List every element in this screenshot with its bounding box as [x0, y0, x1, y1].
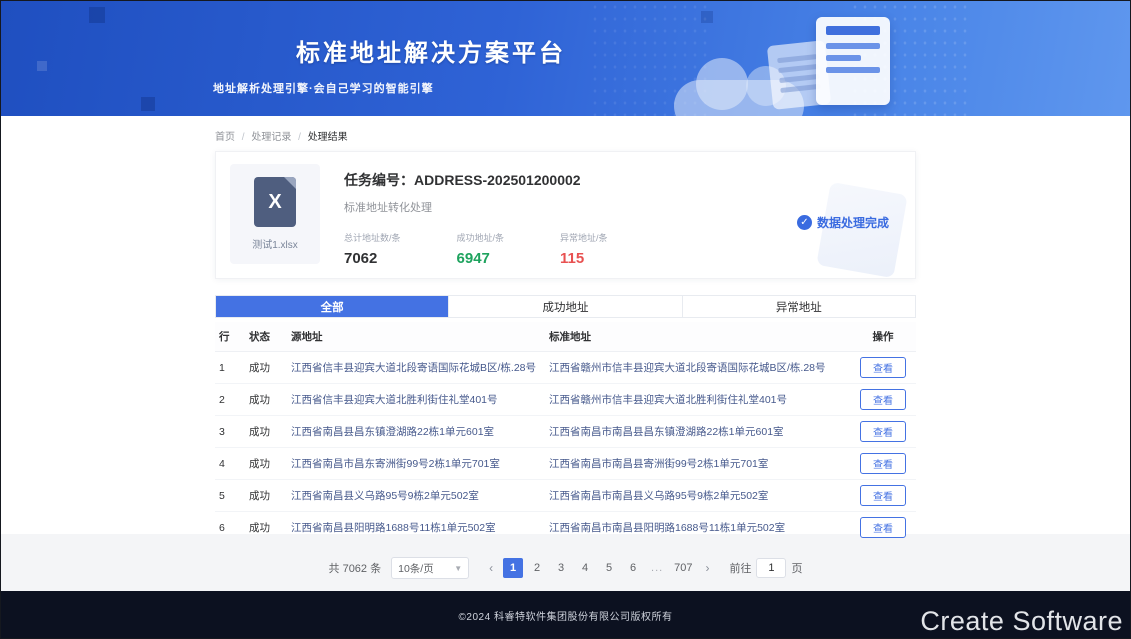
tab-all[interactable]: 全部	[216, 296, 449, 317]
stat-error-value: 115	[560, 250, 608, 267]
cell-standard-address: 江西省南昌市南昌县寄洲街99号2栋1单元701室	[545, 448, 850, 480]
goto-page: 前往 页	[729, 558, 802, 578]
table-row: 2 成功 江西省信丰县迎宾大道北胜利街住礼堂401号 江西省赣州市信丰县迎宾大道…	[215, 384, 916, 416]
cell-row-number: 5	[215, 480, 245, 512]
view-button[interactable]: 查看	[860, 389, 906, 410]
tab-success[interactable]: 成功地址	[449, 296, 682, 317]
breadcrumb-separator: /	[298, 132, 301, 143]
stat-success: 成功地址/条 6947	[457, 231, 505, 267]
page-button-6[interactable]: 6	[623, 558, 643, 578]
app-footer: ©2024 科睿特软件集团股份有限公司版权所有 Create Software	[1, 591, 1130, 639]
breadcrumb: 首页 / 处理记录 / 处理结果	[215, 116, 916, 143]
cell-row-number: 2	[215, 384, 245, 416]
page-button-2[interactable]: 2	[527, 558, 547, 578]
cell-source-address: 江西省南昌县义乌路95号9栋2单元502室	[287, 480, 545, 512]
main-content: 首页 / 处理记录 / 处理结果 X 测试1.xlsx 任务编号：ADDRESS…	[1, 116, 1130, 534]
view-button[interactable]: 查看	[860, 453, 906, 474]
file-icon-letter: X	[268, 191, 281, 214]
check-circle-icon: ✓	[797, 215, 812, 230]
stat-total: 总计地址数/条 7062	[344, 231, 401, 267]
task-id: 任务编号：ADDRESS-202501200002	[344, 170, 901, 190]
table-row: 4 成功 江西省南昌市昌东寄洲街99号2栋1单元701室 江西省南昌市南昌县寄洲…	[215, 448, 916, 480]
status-text: 数据处理完成	[817, 214, 889, 231]
breadcrumb-home[interactable]: 首页	[215, 132, 235, 143]
col-header-source: 源地址	[287, 322, 545, 352]
prev-page-button[interactable]: ‹	[481, 558, 501, 578]
header-deco-square	[141, 97, 155, 111]
breadcrumb-separator: /	[242, 132, 245, 143]
task-id-label: 任务编号：	[344, 172, 414, 188]
table-header-row: 行 状态 源地址 标准地址 操作	[215, 322, 916, 352]
page-size-value: 10条/页	[398, 561, 434, 576]
page-button-1[interactable]: 1	[503, 558, 523, 578]
table-row: 1 成功 江西省信丰县迎宾大道北段寄语国际花城B区/栋.28号 江西省赣州市信丰…	[215, 352, 916, 384]
chevron-down-icon: ▼	[454, 564, 462, 573]
page-title: 标准地址解决方案平台	[296, 33, 566, 68]
page: 标准地址解决方案平台 地址解析处理引擎·会自己学习的智能引擎 首页 / 处理记录…	[0, 0, 1131, 639]
cell-source-address: 江西省信丰县迎宾大道北胜利街住礼堂401号	[287, 384, 545, 416]
breadcrumb-records[interactable]: 处理记录	[251, 132, 291, 143]
tab-error[interactable]: 异常地址	[683, 296, 915, 317]
header-deco-square	[37, 61, 47, 71]
stat-success-label: 成功地址/条	[457, 231, 505, 244]
next-page-button[interactable]: ›	[697, 558, 717, 578]
status-badge: ✓ 数据处理完成	[797, 214, 889, 231]
col-header-standard: 标准地址	[545, 322, 850, 352]
task-card: X 测试1.xlsx 任务编号：ADDRESS-202501200002 标准地…	[215, 151, 916, 279]
cell-row-number: 1	[215, 352, 245, 384]
view-button[interactable]: 查看	[860, 357, 906, 378]
stat-error-label: 异常地址/条	[560, 231, 608, 244]
more-pages-icon[interactable]: ...	[647, 558, 667, 578]
page-subtitle: 地址解析处理引擎·会自己学习的智能引擎	[213, 80, 566, 96]
breadcrumb-current: 处理结果	[308, 132, 348, 143]
cell-standard-address: 江西省赣州市信丰县迎宾大道北段寄语国际花城B区/栋.28号	[545, 352, 850, 384]
cell-standard-address: 江西省赣州市信丰县迎宾大道北胜利街住礼堂401号	[545, 384, 850, 416]
page-button-5[interactable]: 5	[599, 558, 619, 578]
goto-page-input[interactable]	[756, 558, 786, 578]
xlsx-file-icon: X	[254, 177, 296, 227]
page-button-4[interactable]: 4	[575, 558, 595, 578]
view-button[interactable]: 查看	[860, 421, 906, 442]
task-id-value: ADDRESS-202501200002	[414, 172, 581, 188]
cell-status: 成功	[245, 416, 287, 448]
cell-source-address: 江西省南昌市昌东寄洲街99号2栋1单元701室	[287, 448, 545, 480]
document-illustration-front	[816, 17, 890, 105]
cell-standard-address: 江西省南昌市南昌县义乌路95号9栋2单元502室	[545, 480, 850, 512]
page-button-last[interactable]: 707	[671, 558, 695, 578]
view-button[interactable]: 查看	[860, 485, 906, 506]
pagination-total: 共 7062 条	[329, 560, 382, 576]
col-header-actions: 操作	[850, 322, 916, 352]
cell-source-address: 江西省南昌县昌东镇澄湖路22栋1单元601室	[287, 416, 545, 448]
page-button-3[interactable]: 3	[551, 558, 571, 578]
view-button[interactable]: 查看	[860, 517, 906, 538]
stat-total-label: 总计地址数/条	[344, 231, 401, 244]
cell-standard-address: 江西省南昌市南昌县昌东镇澄湖路22栋1单元601室	[545, 416, 850, 448]
col-header-row: 行	[215, 322, 245, 352]
header-deco-square	[89, 7, 105, 23]
page-size-select[interactable]: 10条/页 ▼	[391, 557, 469, 579]
cell-status: 成功	[245, 384, 287, 416]
cell-status: 成功	[245, 448, 287, 480]
file-preview: X 测试1.xlsx	[230, 164, 320, 264]
stat-error: 异常地址/条 115	[560, 231, 608, 267]
watermark: Create Software	[920, 606, 1123, 637]
cell-status: 成功	[245, 352, 287, 384]
app-header: 标准地址解决方案平台 地址解析处理引擎·会自己学习的智能引擎	[1, 1, 1130, 116]
stat-total-value: 7062	[344, 250, 401, 267]
result-tabs: 全部 成功地址 异常地址	[215, 295, 916, 318]
stat-success-value: 6947	[457, 250, 505, 267]
goto-prefix: 前往	[729, 560, 751, 576]
address-table: 行 状态 源地址 标准地址 操作 1 成功 江西省信丰县迎宾大道北段寄语国际花城…	[215, 322, 916, 544]
task-subtitle: 标准地址转化处理	[344, 199, 901, 215]
cell-row-number: 3	[215, 416, 245, 448]
file-name: 测试1.xlsx	[252, 236, 298, 251]
col-header-status: 状态	[245, 322, 287, 352]
table-row: 3 成功 江西省南昌县昌东镇澄湖路22栋1单元601室 江西省南昌市南昌县昌东镇…	[215, 416, 916, 448]
cell-source-address: 江西省信丰县迎宾大道北段寄语国际花城B区/栋.28号	[287, 352, 545, 384]
table-row: 5 成功 江西省南昌县义乌路95号9栋2单元502室 江西省南昌市南昌县义乌路9…	[215, 480, 916, 512]
cell-status: 成功	[245, 480, 287, 512]
cell-row-number: 4	[215, 448, 245, 480]
copyright-text: ©2024 科睿特软件集团股份有限公司版权所有	[459, 608, 673, 623]
goto-suffix: 页	[791, 560, 802, 576]
